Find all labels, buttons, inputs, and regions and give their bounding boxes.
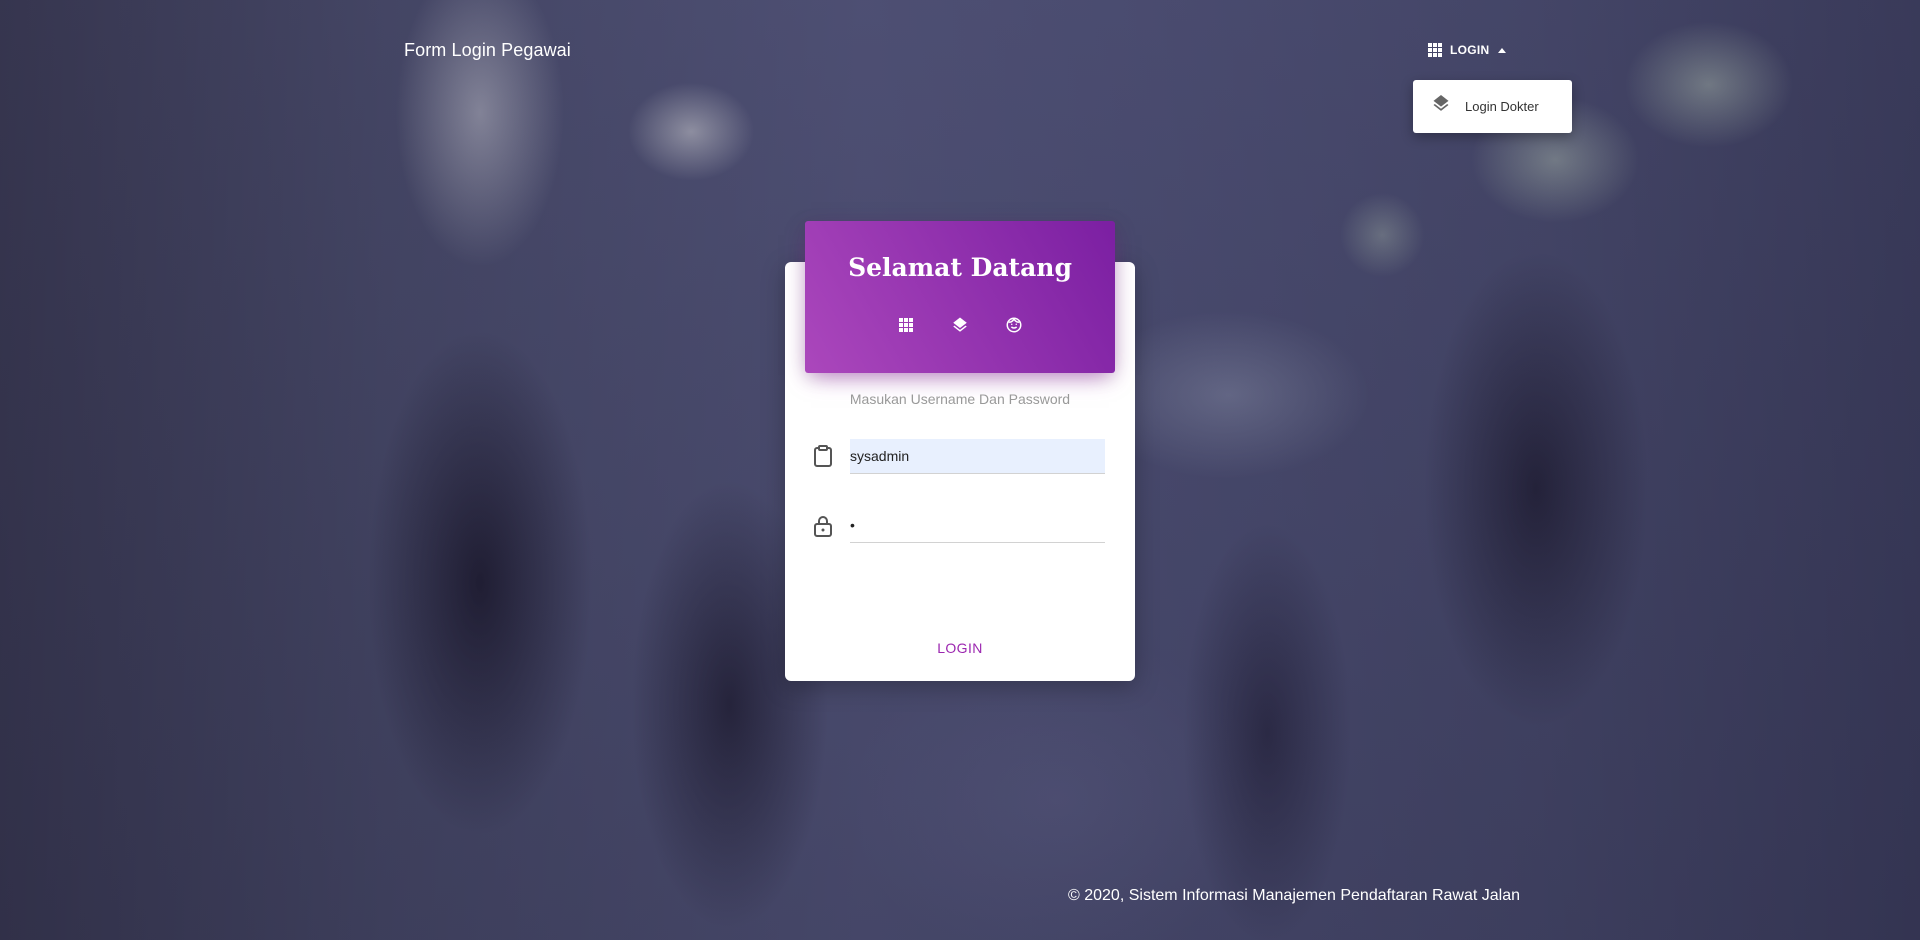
- social-icons: [805, 316, 1115, 334]
- lock-icon: [813, 515, 833, 542]
- login-button[interactable]: LOGIN: [910, 636, 1010, 660]
- login-card-header: Selamat Datang: [805, 221, 1115, 373]
- login-menu-toggle[interactable]: LOGIN: [1428, 43, 1506, 57]
- password-field[interactable]: [850, 508, 1105, 543]
- layers-icon[interactable]: [951, 316, 969, 334]
- apps-icon[interactable]: [897, 316, 915, 334]
- login-dropdown-menu: Login Dokter: [1413, 80, 1572, 133]
- navbar-brand[interactable]: Form Login Pegawai: [404, 40, 571, 61]
- username-field[interactable]: [850, 439, 1105, 474]
- card-title: Selamat Datang: [848, 253, 1072, 282]
- login-menu-label: LOGIN: [1450, 43, 1490, 57]
- login-instruction: Masukan Username Dan Password: [849, 391, 1071, 407]
- footer-copyright: © 2020, Sistem Informasi Manajemen Penda…: [1068, 887, 1521, 904]
- dropdown-item-login-dokter[interactable]: Login Dokter: [1413, 80, 1572, 133]
- apps-icon: [1428, 43, 1442, 57]
- dropdown-item-label: Login Dokter: [1465, 99, 1539, 114]
- clipboard-icon: [813, 445, 833, 472]
- caret-up-icon: [1497, 47, 1506, 53]
- layers-icon: [1431, 95, 1451, 118]
- face-icon[interactable]: [1005, 316, 1023, 334]
